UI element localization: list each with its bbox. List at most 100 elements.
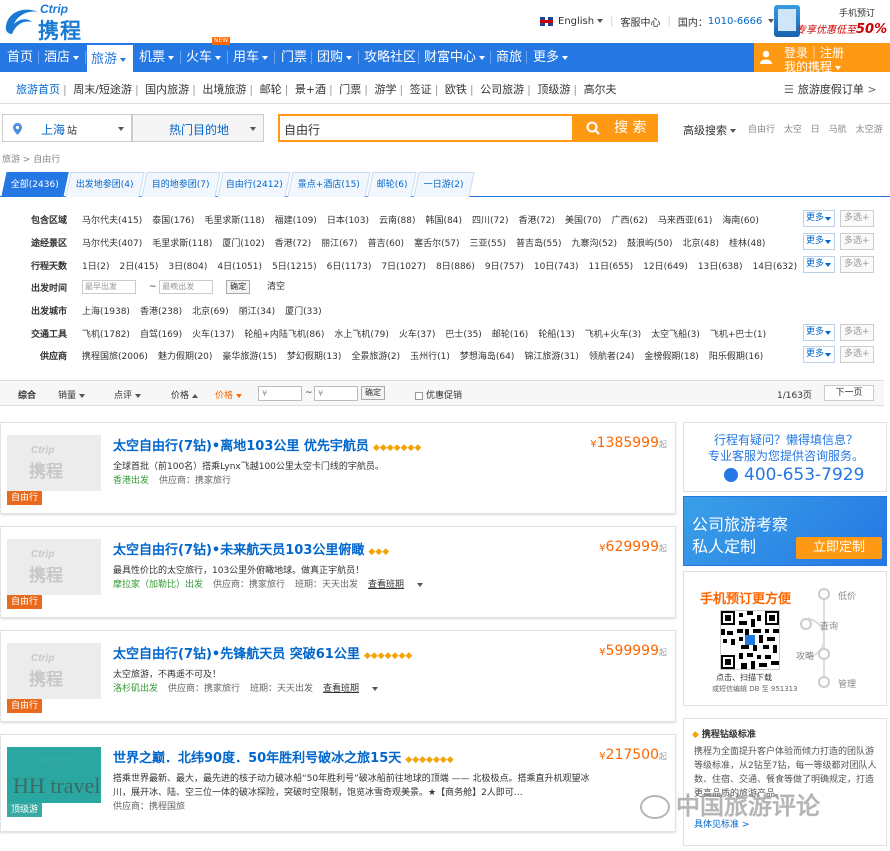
filter-option[interactable]: 马尔代夫(407) <box>82 239 142 249</box>
filter-option[interactable]: 塞舌尔(57) <box>414 239 459 249</box>
corporate-travel-banner[interactable]: 公司旅游考察 私人定制 立即定制 <box>683 496 887 566</box>
more-button[interactable]: 更多 <box>803 210 835 227</box>
nav-car[interactable]: 用车 <box>233 43 269 72</box>
filter-option[interactable]: 11日(655) <box>589 262 634 272</box>
filter-option[interactable]: 三亚(55) <box>470 239 506 249</box>
filter-option[interactable]: 广西(62) <box>611 216 647 226</box>
search-input[interactable]: 自由行 <box>278 114 574 142</box>
sort-rating[interactable]: 点评 <box>114 388 142 401</box>
nav-train[interactable]: 火车 NEW <box>186 37 231 72</box>
departure-city-select[interactable]: 上海站 <box>2 114 132 142</box>
filter-option[interactable]: 丽江(34) <box>239 307 275 317</box>
nav-flight[interactable]: 机票 <box>139 43 175 72</box>
filter-option[interactable]: 4日(1051) <box>217 262 262 272</box>
login-box[interactable]: 登录｜注册 我的携程 <box>754 43 890 74</box>
product-title[interactable]: 太空自由行(7钻)•先锋航天员 突破61公里 ◆◆◆◆◆◆◆ <box>113 643 412 662</box>
tab-destination-group[interactable]: 目的地参团(7) <box>141 172 221 197</box>
tab-all[interactable]: 全部(2436) <box>1 172 69 197</box>
subnav-cruise[interactable]: 邮轮 <box>260 83 282 96</box>
filter-option[interactable]: 福建(109) <box>275 216 317 226</box>
nav-tickets[interactable]: 门票 <box>281 43 307 72</box>
filter-option[interactable]: 玉州行(1) <box>410 352 450 362</box>
filter-option[interactable]: 13日(638) <box>698 262 743 272</box>
filter-option[interactable]: 携程国旅(2006) <box>82 352 148 362</box>
qr-code[interactable] <box>720 610 780 670</box>
hot-destination-select[interactable]: 热门目的地 <box>132 114 264 142</box>
search-button[interactable]: 搜 索 <box>574 114 658 142</box>
filter-option[interactable]: 14日(632) <box>752 262 797 272</box>
filter-option[interactable]: 3日(804) <box>168 262 207 272</box>
product-card[interactable]: 鸿鹄逸游 HH travel 顶级游 世界之巅．北纬90度．50年胜利号破冰之旅… <box>0 734 676 832</box>
filter-option[interactable]: 9日(757) <box>485 262 524 272</box>
filter-option[interactable]: 邮轮(16) <box>492 330 528 340</box>
filter-option[interactable]: 香港(72) <box>518 216 554 226</box>
filter-option[interactable]: 8日(886) <box>436 262 475 272</box>
promo-checkbox[interactable]: 优惠促销 <box>415 388 462 401</box>
tab-scenic-hotel[interactable]: 景点+酒店(15) <box>287 172 371 197</box>
travel-orders-link[interactable]: ☰ 旅游度假订单 > <box>784 81 877 97</box>
more-button[interactable]: 更多 <box>803 256 835 273</box>
language-link[interactable]: English <box>558 16 594 27</box>
subnav-outbound[interactable]: 出境旅游 <box>202 83 246 96</box>
tab-cruise[interactable]: 邮轮(6) <box>367 172 417 197</box>
subnav-travel-home[interactable]: 旅游首页 <box>16 83 60 96</box>
sort-price-desc[interactable]: 价格 <box>215 388 243 401</box>
latest-date-input[interactable]: 最晚出发 <box>159 279 214 294</box>
filter-option[interactable]: 毛里求斯(118) <box>152 239 212 249</box>
hotline-number[interactable]: 1010-6666 <box>708 16 763 27</box>
earliest-date-input[interactable]: 最早出发 <box>82 279 136 294</box>
filter-option[interactable]: 普吉(60) <box>368 239 404 249</box>
multi-select-button[interactable]: 多选+ <box>840 324 874 341</box>
date-clear-link[interactable]: 清空 <box>267 282 285 292</box>
mobile-app-ad[interactable]: 手机预订 专享优惠低至50% <box>772 4 887 38</box>
help-phone[interactable]: 400-653-7929 <box>724 465 864 485</box>
filter-option[interactable]: 北京(69) <box>192 307 228 317</box>
filter-option[interactable]: 厦门(33) <box>285 307 321 317</box>
multi-select-button[interactable]: 多选+ <box>840 233 874 250</box>
sort-sales[interactable]: 销量 <box>58 388 86 401</box>
product-title[interactable]: 太空自由行(7钻)•未来航天员103公里俯瞰 ◆◆◆ <box>113 539 389 558</box>
filter-option[interactable]: 轮船(13) <box>538 330 574 340</box>
quick-keyword[interactable]: 太空游 <box>856 125 883 135</box>
filter-option[interactable]: 轮船+内陆飞机(86) <box>244 330 324 340</box>
quick-keyword[interactable]: 自由行 <box>748 125 775 135</box>
nav-more[interactable]: 更多 <box>533 43 569 72</box>
subnav-corporate[interactable]: 公司旅游 <box>480 83 524 96</box>
nav-home[interactable]: 首页 <box>7 43 33 72</box>
breadcrumb[interactable]: 旅游 > 自由行 <box>2 152 60 165</box>
more-button[interactable]: 更多 <box>803 233 835 250</box>
subnav-eurail[interactable]: 欧铁 <box>445 83 467 96</box>
filter-option[interactable]: 2日(415) <box>119 262 158 272</box>
filter-option[interactable]: 美国(70) <box>565 216 601 226</box>
filter-option[interactable]: 四川(72) <box>472 216 508 226</box>
filter-option[interactable]: 泰国(176) <box>152 216 194 226</box>
more-button[interactable]: 更多 <box>803 324 835 341</box>
max-price-input[interactable]: ¥ <box>314 386 358 401</box>
filter-option[interactable]: 飞机+巴士(1) <box>710 330 766 340</box>
filter-option[interactable]: 日本(103) <box>327 216 369 226</box>
filter-option[interactable]: 7日(1027) <box>381 262 426 272</box>
filter-option[interactable]: 普吉岛(55) <box>516 239 561 249</box>
service-center-link[interactable]: 客服中心 <box>620 14 660 29</box>
filter-option[interactable]: 自驾(169) <box>140 330 182 340</box>
subnav-visa[interactable]: 签证 <box>410 83 432 96</box>
filter-option[interactable]: 巴士(35) <box>445 330 481 340</box>
filter-option[interactable]: 云南(88) <box>379 216 415 226</box>
view-schedule-link[interactable]: 查看班期 <box>323 684 388 694</box>
filter-option[interactable]: 金榜假期(18) <box>644 352 698 362</box>
more-button[interactable]: 更多 <box>803 346 835 363</box>
filter-option[interactable]: 丽江(67) <box>321 239 357 249</box>
multi-select-button[interactable]: 多选+ <box>840 210 874 227</box>
filter-option[interactable]: 北京(48) <box>682 239 718 249</box>
product-image[interactable]: Ctrip 携程 <box>7 435 101 491</box>
filter-option[interactable]: 九寨沟(52) <box>572 239 617 249</box>
product-title[interactable]: 太空自由行(7钻)•离地103公里 优先宇航员 ◆◆◆◆◆◆◆ <box>113 435 421 454</box>
product-image[interactable]: 鸿鹄逸游 HH travel <box>7 747 101 803</box>
filter-option[interactable]: 飞机(1782) <box>82 330 130 340</box>
filter-option[interactable]: 海南(60) <box>722 216 758 226</box>
nav-business[interactable]: 商旅 <box>496 43 522 72</box>
next-page-button[interactable]: 下一页 <box>824 385 874 401</box>
nav-community[interactable]: 攻略社区 <box>364 43 416 72</box>
filter-option[interactable]: 火车(37) <box>399 330 435 340</box>
advanced-search-link[interactable]: 高级搜索 <box>683 122 736 138</box>
